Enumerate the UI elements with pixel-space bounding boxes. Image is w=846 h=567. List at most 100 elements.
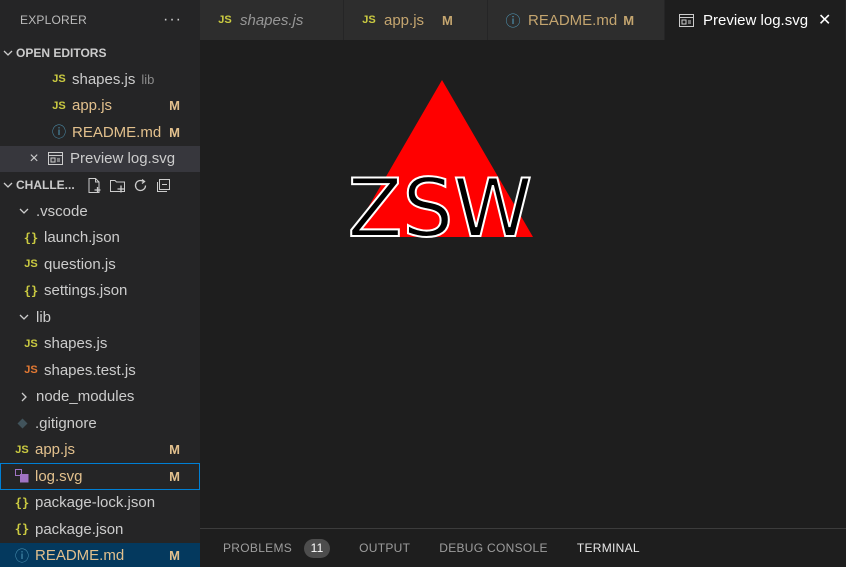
svg-file-icon [13,469,31,483]
explorer-title: EXPLORER [20,13,87,27]
file-gitignore[interactable]: .gitignore [0,410,200,437]
more-actions-icon[interactable]: ··· [163,11,182,29]
tab-debug-console[interactable]: DEBUG CONSOLE [439,541,548,555]
file-label: shapes.test.js [44,361,136,379]
preview-icon [46,152,64,166]
chevron-down-icon [0,177,16,193]
tab-label: shapes.js [240,11,304,29]
js-file-icon: JS [52,99,66,112]
file-settings-json[interactable]: {} settings.json [0,278,200,305]
folder-node-modules[interactable]: node_modules [0,384,200,411]
project-label: CHALLE... [16,178,75,192]
open-editor-app-js[interactable]: JS app.js M [0,93,200,120]
tab-label: Preview log.svg [703,11,809,29]
file-question-js[interactable]: JS question.js [0,251,200,278]
js-file-icon: JS [24,258,38,271]
modified-badge: M [169,124,180,140]
bottom-panel-tabs: PROBLEMS 11 OUTPUT DEBUG CONSOLE TERMINA… [200,528,846,567]
file-label: launch.json [44,229,120,247]
file-label: log.svg [35,467,83,485]
file-label: README.md [35,547,125,565]
tab-output[interactable]: OUTPUT [359,541,410,555]
git-file-icon [13,418,31,429]
folder-label: .vscode [36,202,88,220]
modified-badge: M [169,468,180,484]
file-log-svg[interactable]: log.svg M [0,463,200,490]
logo-preview: ZSW [347,80,533,248]
json-file-icon: {} [14,522,30,537]
preview-icon [677,13,695,27]
file-package-lock-json[interactable]: {} package-lock.json [0,490,200,517]
close-icon[interactable]: × [26,150,42,168]
json-file-icon: {} [14,495,30,510]
open-editor-label: app.js [72,97,113,115]
close-icon[interactable]: ✕ [818,10,831,30]
problems-count-badge: 11 [304,538,331,558]
tab-label: README.md [528,11,618,29]
tab-preview-log-svg[interactable]: Preview log.svg ✕ [665,0,846,40]
logo-text: ZSW [348,162,533,248]
collapse-all-icon[interactable] [154,176,173,195]
explorer-sidebar: EXPLORER ··· OPEN EDITORS JS shapes.js l… [0,0,200,567]
file-shapes-test-js[interactable]: JS shapes.test.js [0,357,200,384]
file-label: settings.json [44,282,128,300]
tab-readme-md[interactable]: ⓘ README.md M [488,0,665,40]
open-editor-label: shapes.js [72,70,136,88]
tab-label: app.js [384,11,425,29]
js-file-icon: JS [15,443,29,456]
explorer-header: EXPLORER ··· [0,0,200,40]
file-label: package.json [35,520,124,538]
file-shapes-js[interactable]: JS shapes.js [0,331,200,358]
refresh-icon[interactable] [131,176,150,195]
js-file-icon: JS [52,73,66,86]
js-test-file-icon: JS [24,364,38,377]
folder-label: node_modules [36,388,135,406]
file-launch-json[interactable]: {} launch.json [0,225,200,252]
chevron-down-icon [0,45,16,61]
info-icon: ⓘ [15,547,29,564]
chevron-right-icon [16,389,32,405]
open-editor-shapes-js[interactable]: JS shapes.js lib [0,66,200,93]
open-editor-preview-log[interactable]: × Preview log.svg [0,145,200,172]
folder-lib[interactable]: lib [0,304,200,331]
modified-badge: M [169,548,180,564]
folder-vscode[interactable]: .vscode [0,198,200,225]
explorer-toolbar [85,176,173,195]
info-icon: ⓘ [52,124,66,141]
new-file-icon[interactable] [85,176,104,195]
folder-label: lib [36,308,52,326]
js-file-icon: JS [218,14,232,26]
project-header[interactable]: CHALLE... [0,172,200,198]
json-file-icon: {} [23,230,39,245]
editor-tab-bar: JS shapes.js JS app.js M ⓘ README.md M P… [200,0,846,40]
modified-badge: M [169,98,180,114]
open-editors-header[interactable]: OPEN EDITORS [0,40,200,66]
tab-problems[interactable]: PROBLEMS 11 [223,538,331,558]
open-editor-hint: lib [141,71,155,87]
js-file-icon: JS [24,337,38,350]
open-editor-readme[interactable]: ⓘ README.md M [0,119,200,146]
modified-badge: M [623,12,635,28]
tab-problems-label: PROBLEMS [223,541,293,555]
svg-preview-pane: ZSW [200,40,846,528]
info-icon: ⓘ [505,12,521,30]
file-label: shapes.js [44,335,108,353]
chevron-down-icon [16,203,32,219]
file-label: app.js [35,441,76,459]
tab-shapes-js[interactable]: JS shapes.js [200,0,344,40]
tab-terminal[interactable]: TERMINAL [577,541,640,555]
modified-badge: M [169,442,180,458]
modified-badge: M [442,12,453,28]
open-editor-label: Preview log.svg [70,150,176,168]
file-readme-md[interactable]: ⓘ README.md M [0,542,200,567]
json-file-icon: {} [23,283,39,298]
open-editor-label: README.md [72,123,162,141]
new-folder-icon[interactable] [108,176,127,195]
js-file-icon: JS [362,14,376,26]
tab-app-js[interactable]: JS app.js M [344,0,488,40]
file-label: .gitignore [35,414,97,432]
file-app-js[interactable]: JS app.js M [0,437,200,464]
file-package-json[interactable]: {} package.json [0,516,200,543]
file-label: package-lock.json [35,494,156,512]
chevron-down-icon [16,309,32,325]
